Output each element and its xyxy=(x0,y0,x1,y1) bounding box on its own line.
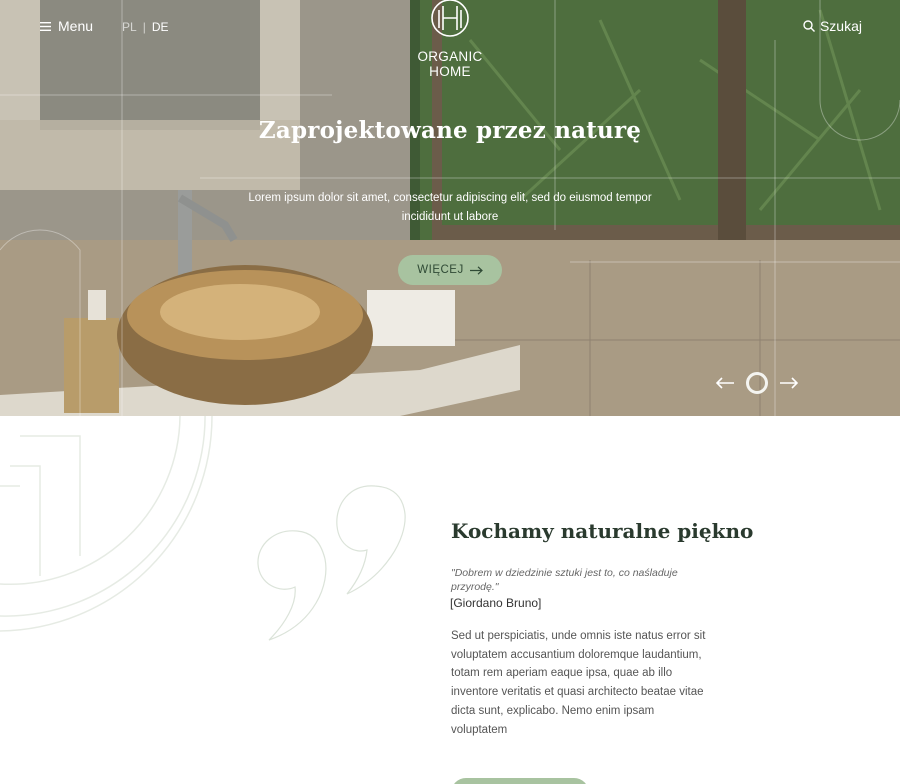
search-label: Szukaj xyxy=(819,18,862,34)
hero-banner: Menu PL | DE ORGANIC HOME Szukaj Zaproje… xyxy=(0,0,900,416)
quote-text: "Dobrem w dziedzinie sztuki jest to, co … xyxy=(451,567,678,593)
hamburger-icon xyxy=(40,21,51,31)
language-switcher: PL | DE xyxy=(122,20,168,34)
language-separator: | xyxy=(142,20,146,34)
quote-icon xyxy=(257,485,406,641)
language-de[interactable]: DE xyxy=(152,20,169,34)
logo-line2: HOME xyxy=(429,64,471,79)
logo-monogram-icon xyxy=(431,0,469,37)
arrow-left-icon[interactable] xyxy=(716,377,734,389)
arrow-right-icon[interactable] xyxy=(780,377,798,389)
hero-content: Menu PL | DE ORGANIC HOME Szukaj Zaproje… xyxy=(0,0,900,416)
search-button[interactable]: Szukaj xyxy=(803,18,862,34)
section-body-text: Sed ut perspiciatis, unde omnis iste nat… xyxy=(451,630,706,736)
quote-author: [Giordano Bruno] xyxy=(450,596,542,610)
menu-button[interactable]: Menu xyxy=(40,18,93,34)
more-button[interactable]: WIĘCEJ xyxy=(398,255,502,285)
logo-text: ORGANIC HOME xyxy=(410,49,490,79)
language-pl[interactable]: PL xyxy=(122,20,137,34)
section-button[interactable] xyxy=(451,778,589,784)
section-title: Kochamy naturalne piękno xyxy=(451,519,754,543)
arrow-right-icon xyxy=(469,265,483,275)
slider-dot-active[interactable] xyxy=(746,372,768,394)
logo[interactable]: ORGANIC HOME xyxy=(410,0,490,79)
more-button-label: WIĘCEJ xyxy=(417,264,464,276)
decorative-outline xyxy=(0,416,213,632)
hero-description: Lorem ipsum dolor sit amet, consectetur … xyxy=(248,192,652,223)
hero-title: Zaprojektowane przez naturę xyxy=(258,117,642,144)
menu-label: Menu xyxy=(58,18,94,34)
logo-line1: ORGANIC xyxy=(417,49,483,64)
search-icon xyxy=(803,20,815,32)
slider-navigation xyxy=(716,372,798,394)
